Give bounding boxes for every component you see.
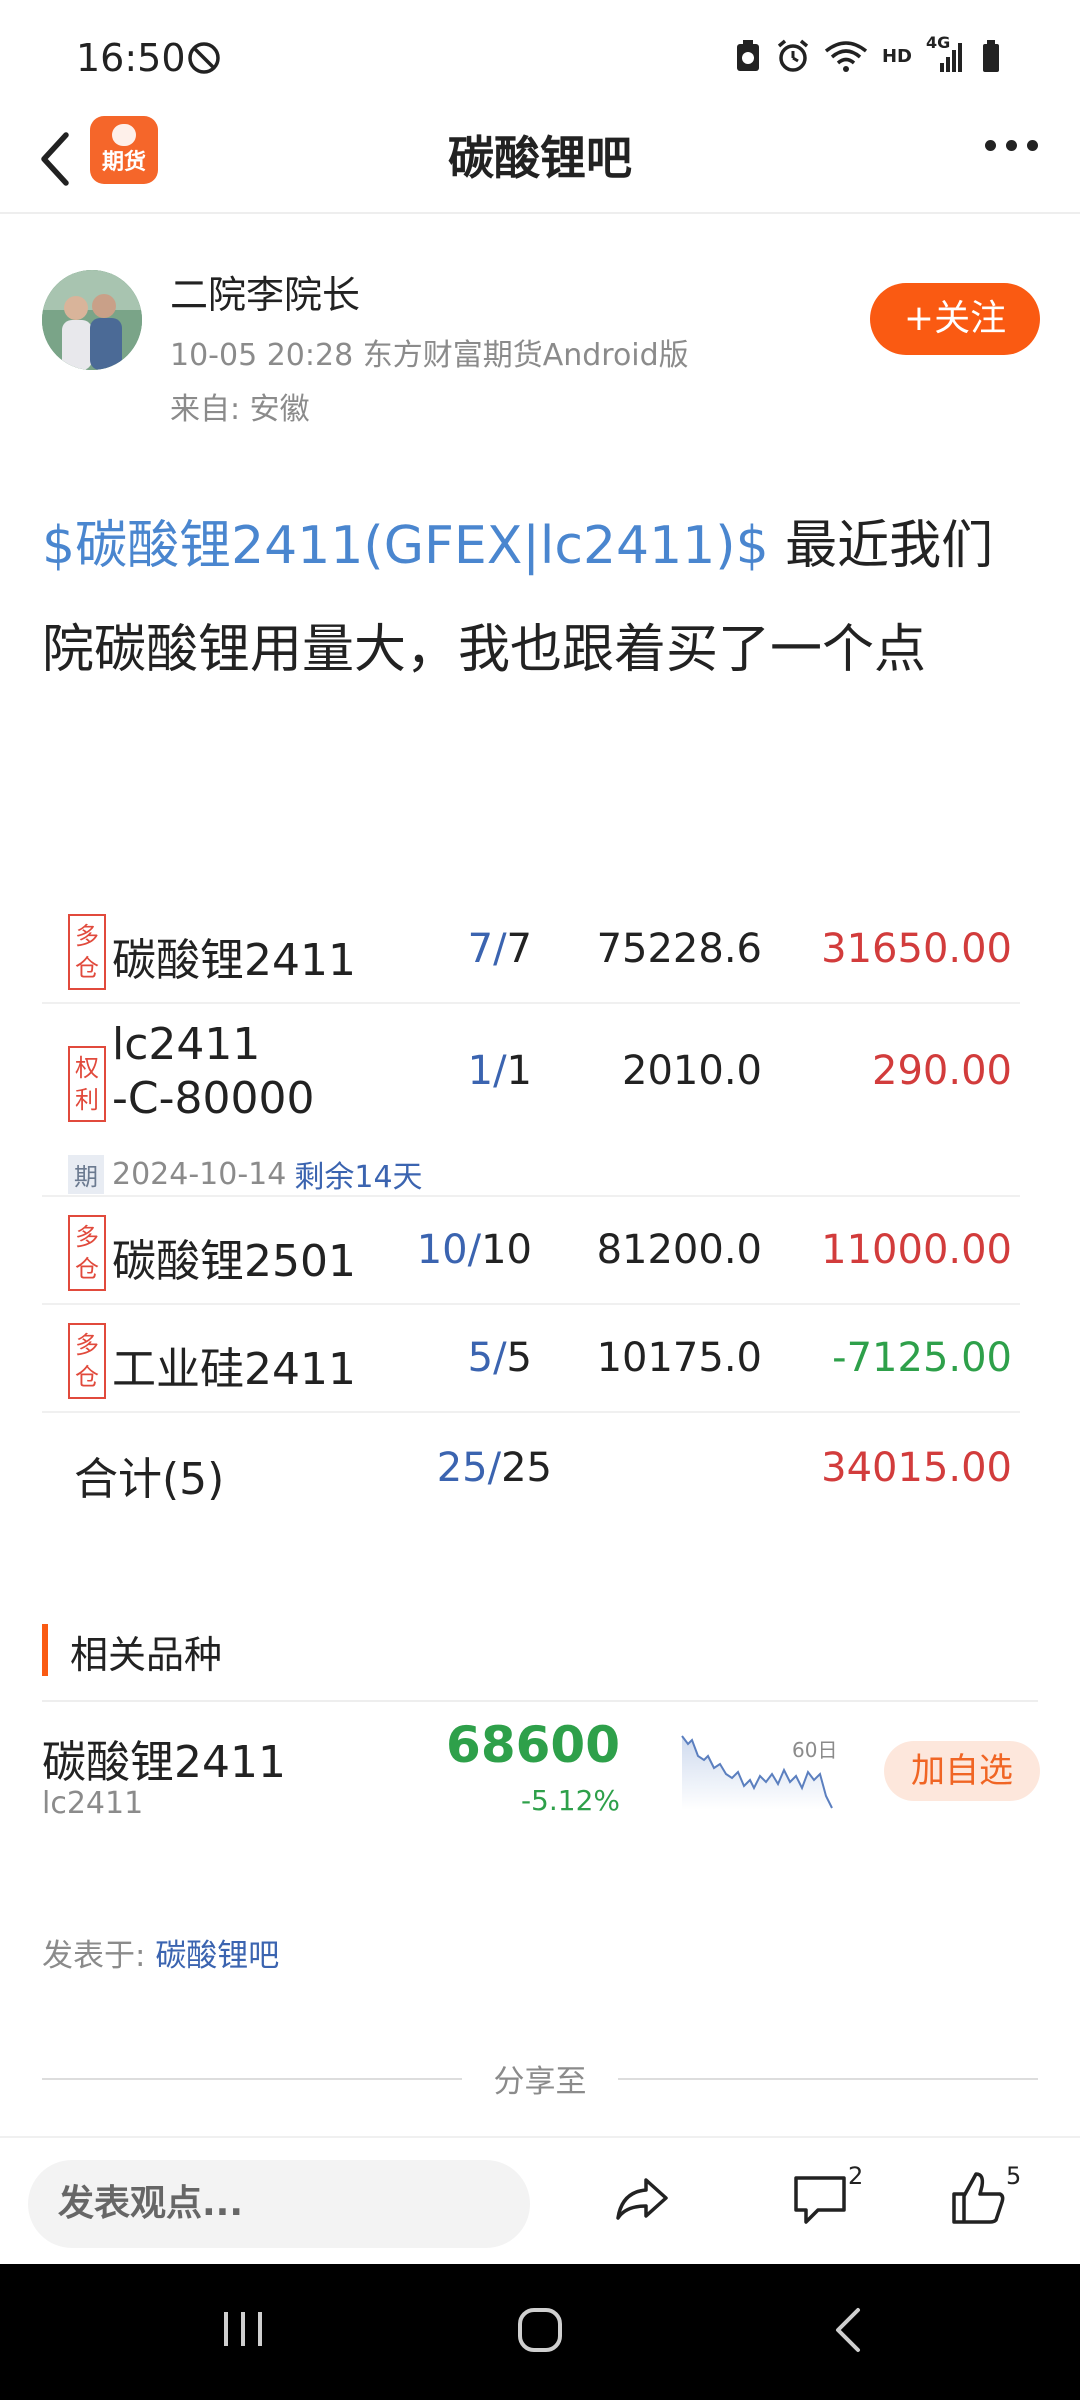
- comment-count: 2: [848, 2162, 864, 2190]
- related-code: lc2411: [42, 1786, 144, 1821]
- holding-row[interactable]: 多仓 工业硅2411 5/5 10175.0 -7125.00: [42, 1305, 1020, 1413]
- related-price: 68600: [446, 1716, 620, 1774]
- total-pnl: 34015.00: [821, 1445, 1012, 1491]
- qty-total: 10: [481, 1227, 532, 1273]
- holding-row[interactable]: 多仓 碳酸锂2411 7/7 75228.6 31650.00: [42, 896, 1020, 1004]
- holding-qty: 7/7: [372, 926, 532, 972]
- position-badge: 多仓: [68, 914, 106, 990]
- wifi-icon: [824, 41, 868, 72]
- holding-qty: 5/5: [372, 1335, 532, 1381]
- expiry-date: 2024-10-14: [112, 1156, 287, 1192]
- holdings-total-row: 合计(5) 25/25 34015.00: [42, 1413, 1020, 1525]
- qty-total: 1: [506, 1048, 532, 1094]
- holding-name: 工业硅2411: [112, 1344, 356, 1395]
- section-accent-bar: [42, 1624, 48, 1676]
- holding-name: 碳酸锂2411: [112, 935, 356, 986]
- system-nav-bar: [0, 2264, 1080, 2400]
- holding-price: 10175.0: [596, 1335, 762, 1381]
- chart-period-label: 60日: [792, 1738, 838, 1762]
- no-disturb-icon: [188, 42, 220, 74]
- qty-slash: /: [493, 1048, 507, 1094]
- expiry-info: 期 2024-10-14 剩余14天: [68, 1152, 423, 1196]
- like-icon[interactable]: [948, 2168, 1008, 2228]
- related-change: -5.12%: [520, 1784, 620, 1817]
- battery-icon: [983, 40, 999, 72]
- status-bar: 16:50 HD 4G: [0, 0, 1080, 110]
- holding-row[interactable]: 权利 lc2411 -C-80000 1/1 2010.0 290.00 期 2…: [42, 1004, 1020, 1197]
- bottom-action-bar: 发表观点... 2 5: [0, 2136, 1080, 2264]
- like-count: 5: [1006, 2162, 1022, 2190]
- holding-price: 81200.0: [596, 1227, 762, 1273]
- remaining-days: 剩余14天: [294, 1160, 423, 1195]
- qty-total: 5: [506, 1335, 532, 1381]
- back-nav-icon[interactable]: [828, 2304, 868, 2356]
- alarm-icon: [777, 39, 809, 72]
- holding-price: 2010.0: [622, 1048, 762, 1094]
- qty-available: 1: [467, 1048, 494, 1094]
- qty-available: 7: [467, 926, 494, 972]
- dot-icon: [1006, 140, 1017, 151]
- bar-link[interactable]: 碳酸锂吧: [155, 1938, 279, 1974]
- dot-icon: [985, 140, 996, 151]
- battery-saver-icon: [736, 40, 759, 71]
- total-qty: 25/25: [392, 1445, 552, 1491]
- related-section-title: 相关品种: [70, 1633, 223, 1677]
- qty-available: 25: [436, 1445, 488, 1491]
- hd-label: HD: [881, 45, 912, 67]
- stock-tag-link[interactable]: $碳酸锂2411(GFEX|lc2411)$: [42, 516, 769, 576]
- qty-slash: /: [493, 926, 507, 972]
- qty-slash: /: [493, 1335, 507, 1381]
- share-icon[interactable]: [612, 2168, 672, 2228]
- posted-in-label: 发表于:: [42, 1938, 156, 1974]
- holding-pnl: -7125.00: [832, 1335, 1012, 1381]
- post-content: $碳酸锂2411(GFEX|lc2411)$ 最近我们院碳酸锂用量大，我也跟着买…: [42, 494, 1042, 702]
- author-name[interactable]: 二院李院长: [170, 264, 360, 319]
- divider: [618, 2078, 1038, 2080]
- add-to-watchlist-button[interactable]: 加自选: [884, 1741, 1040, 1801]
- more-button[interactable]: [985, 140, 1038, 151]
- recent-apps-icon[interactable]: [218, 2304, 268, 2354]
- holding-qty: 1/1: [372, 1048, 532, 1094]
- holding-name: lc2411 -C-80000: [112, 1019, 315, 1124]
- comment-input[interactable]: 发表观点...: [28, 2160, 530, 2248]
- status-icons: HD 4G: [734, 33, 1002, 74]
- position-badge: 多仓: [68, 1323, 106, 1399]
- total-label: 合计(5): [74, 1454, 225, 1505]
- avatar-image: [42, 270, 142, 370]
- qty-total: 7: [506, 926, 532, 972]
- dot-icon: [1027, 140, 1038, 151]
- qty-slash: /: [487, 1445, 502, 1491]
- holding-pnl: 290.00: [872, 1048, 1012, 1094]
- expiry-tag: 期: [68, 1154, 104, 1194]
- holding-price: 75228.6: [596, 926, 762, 972]
- qty-available: 5: [467, 1335, 494, 1381]
- holding-row[interactable]: 多仓 碳酸锂2501 10/10 81200.0 11000.00: [42, 1197, 1020, 1305]
- comment-icon[interactable]: [790, 2168, 850, 2228]
- holding-name: 碳酸锂2501: [112, 1236, 356, 1287]
- posted-in: 发表于: 碳酸锂吧: [42, 1930, 279, 1975]
- holding-pnl: 31650.00: [821, 926, 1012, 972]
- qty-slash: /: [467, 1227, 482, 1273]
- nav-bar: 期货 碳酸锂吧: [0, 110, 1080, 214]
- follow-button[interactable]: +关注: [870, 283, 1040, 355]
- qty-available: 10: [416, 1227, 468, 1273]
- position-badge: 多仓: [68, 1215, 106, 1291]
- holding-pnl: 11000.00: [821, 1227, 1012, 1273]
- post-location: 来自: 安徽: [170, 392, 310, 427]
- position-badge: 权利: [68, 1046, 106, 1122]
- qty-total: 25: [501, 1445, 552, 1491]
- post-meta: 10-05 20:28 东方财富期货Android版: [170, 338, 689, 373]
- status-time: 16:50: [76, 36, 186, 80]
- divider: [42, 1700, 1038, 1702]
- holdings-table: 多仓 碳酸锂2411 7/7 75228.6 31650.00 权利 lc241…: [42, 896, 1020, 1525]
- holding-qty: 10/10: [372, 1227, 532, 1273]
- page-title: 碳酸锂吧: [448, 131, 632, 185]
- signal-icon: 4G: [926, 33, 966, 73]
- related-name[interactable]: 碳酸锂2411: [42, 1726, 286, 1790]
- home-icon[interactable]: [514, 2304, 566, 2356]
- avatar[interactable]: [42, 270, 142, 370]
